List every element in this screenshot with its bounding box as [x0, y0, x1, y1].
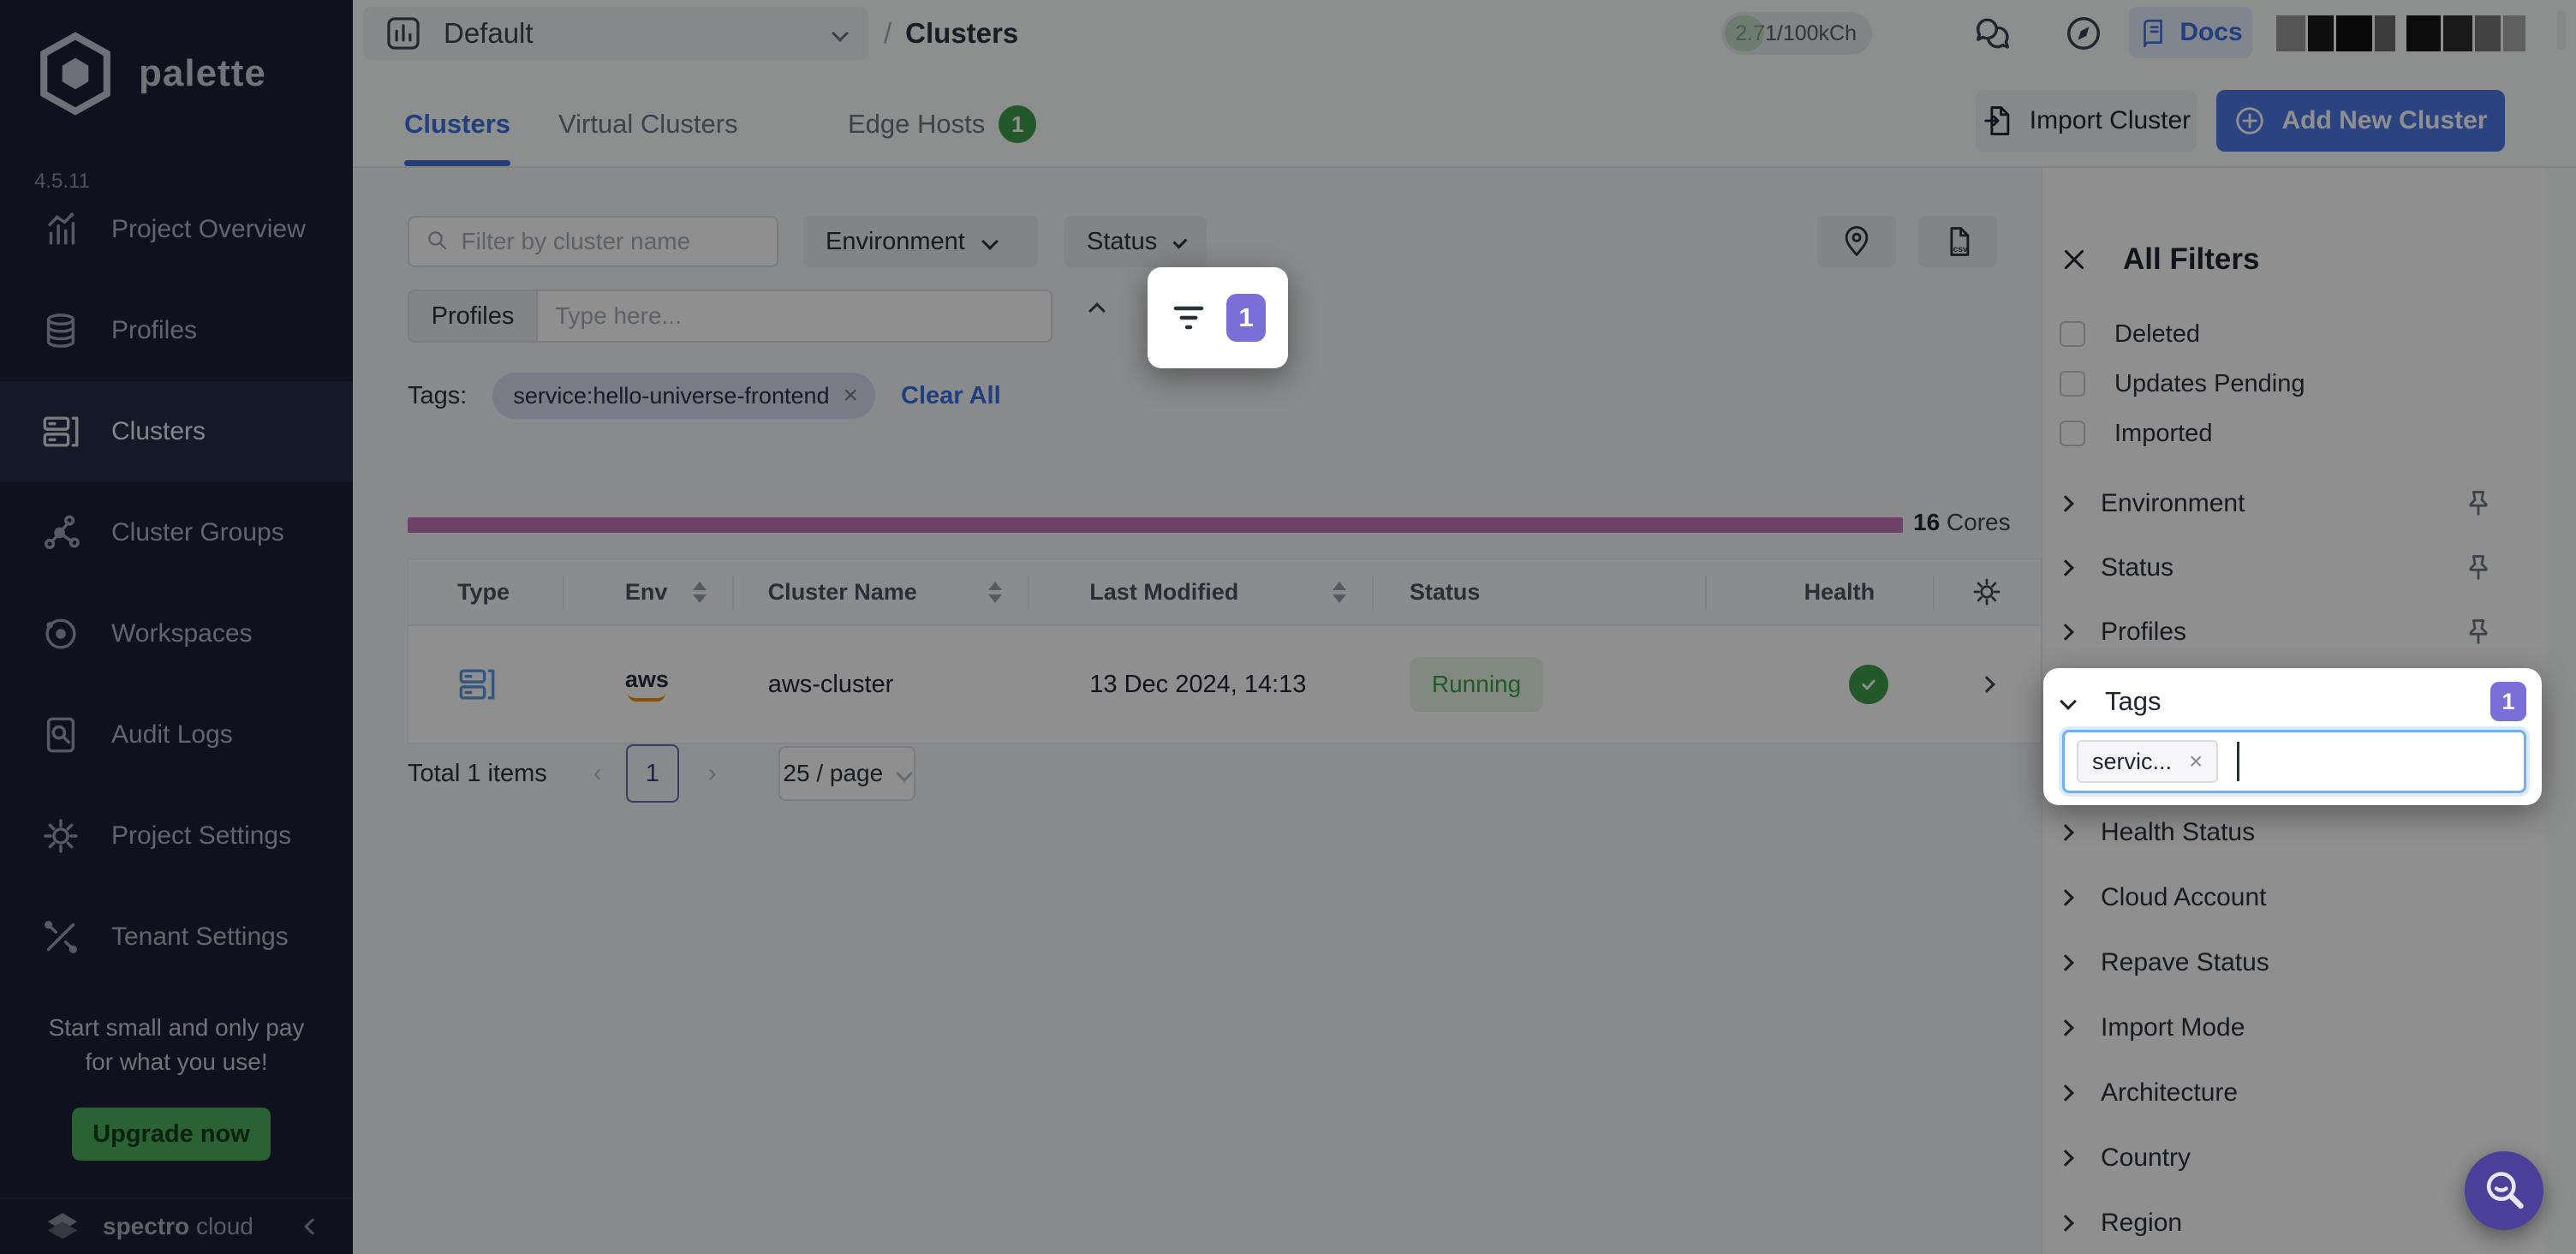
- remove-tag-icon[interactable]: ×: [2189, 748, 2203, 775]
- tags-section-title: Tags: [2105, 686, 2161, 717]
- tags-filter-section: Tags 1 servic... ×: [2043, 668, 2542, 805]
- tags-count-badge: 1: [2490, 682, 2526, 721]
- filter-funnel-icon: [1170, 299, 1208, 337]
- text-cursor: [2237, 742, 2239, 781]
- chevron-down-icon: [2060, 693, 2077, 710]
- filter-count-badge: 1: [1226, 294, 1266, 342]
- app-root: palette 4.5.11 Project Overview Profiles: [0, 0, 2576, 1254]
- search-face-icon: [2482, 1168, 2526, 1213]
- help-search-fab[interactable]: [2465, 1151, 2543, 1230]
- tour-dim-overlay: [0, 0, 2576, 1254]
- tag-chip: servic... ×: [2077, 740, 2218, 783]
- filter-count-button[interactable]: 1: [1148, 267, 1288, 368]
- tags-filter-input[interactable]: servic... ×: [2062, 730, 2526, 793]
- tags-section-header[interactable]: Tags 1: [2062, 682, 2526, 721]
